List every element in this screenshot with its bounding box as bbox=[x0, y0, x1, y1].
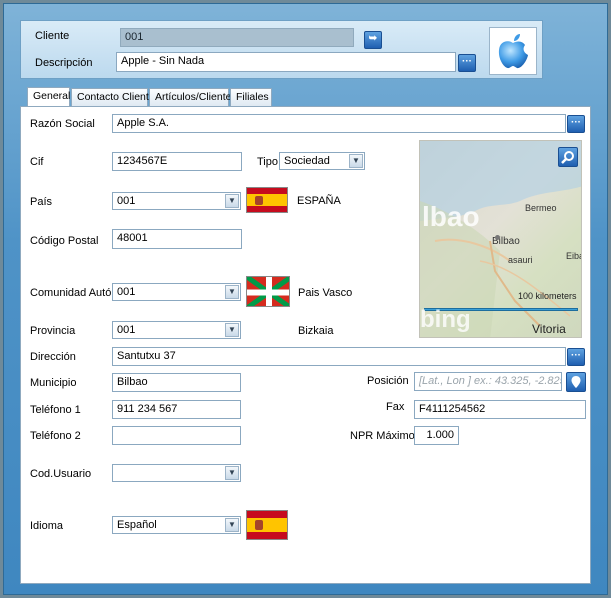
map-label-eibar: Eiba bbox=[566, 251, 581, 261]
location-button[interactable] bbox=[566, 372, 586, 392]
tab-general[interactable]: General bbox=[27, 87, 70, 106]
cod-usuario-label: Cod.Usuario bbox=[30, 468, 92, 480]
tipo-select-value: Sociedad bbox=[284, 155, 330, 167]
direccion-label: Dirección bbox=[30, 351, 76, 363]
direccion-field[interactable]: Santutxu 37 bbox=[112, 347, 566, 366]
ellipsis-icon: ··· bbox=[571, 117, 581, 128]
client-logo bbox=[489, 27, 537, 75]
tab-contacto-cliente[interactable]: Contacto Cliente bbox=[71, 88, 155, 106]
cliente-nav-button[interactable]: ➥ bbox=[364, 31, 382, 49]
comunidad-name: Pais Vasco bbox=[298, 287, 353, 299]
map-city-label-large: lbao bbox=[422, 201, 480, 232]
razon-social-field[interactable]: Apple S.A. bbox=[112, 114, 566, 133]
telefono1-field[interactable]: 911 234 567 bbox=[112, 400, 241, 419]
map-watermark: bing bbox=[420, 306, 471, 333]
telefono1-label: Teléfono 1 bbox=[30, 404, 81, 416]
pais-select-value: 001 bbox=[117, 195, 136, 207]
codigo-postal-label: Código Postal bbox=[30, 235, 99, 247]
provincia-select-value: 001 bbox=[117, 324, 136, 336]
razon-social-lookup-button[interactable]: ··· bbox=[567, 115, 585, 133]
tab-articulos-cliente[interactable]: Artículos/Cliente bbox=[149, 88, 231, 106]
cliente-label: Cliente bbox=[35, 30, 70, 42]
codigo-postal-field[interactable]: 48001 bbox=[112, 229, 242, 249]
pais-name: ESPAÑA bbox=[297, 195, 341, 207]
map-city-marker bbox=[495, 235, 500, 240]
pais-label: País bbox=[30, 196, 53, 208]
arrow-icon: ➥ bbox=[368, 33, 378, 44]
chevron-down-icon: ▼ bbox=[225, 285, 239, 299]
idioma-label: Idioma bbox=[30, 520, 64, 532]
comunidad-select[interactable]: 001 ▼ bbox=[112, 283, 241, 301]
comunidad-label: Comunidad Autó bbox=[30, 287, 112, 299]
location-pin-icon bbox=[571, 376, 581, 388]
telefono2-label: Teléfono 2 bbox=[30, 430, 81, 442]
telefono2-field[interactable] bbox=[112, 426, 241, 445]
municipio-label: Municipio bbox=[30, 377, 77, 389]
map-search-button[interactable] bbox=[558, 147, 578, 167]
chevron-down-icon: ▼ bbox=[225, 194, 239, 208]
provincia-name: Bizkaia bbox=[298, 325, 334, 337]
cif-field[interactable]: 1234567E bbox=[112, 152, 242, 171]
apple-logo bbox=[498, 34, 528, 69]
fax-label: Fax bbox=[386, 401, 405, 413]
tipo-label: Tipo bbox=[257, 156, 278, 168]
chevron-down-icon: ▼ bbox=[225, 323, 239, 337]
spain-flag-icon bbox=[246, 187, 288, 213]
cif-label: Cif bbox=[30, 156, 44, 168]
descripcion-label: Descripción bbox=[35, 57, 93, 69]
chevron-down-icon: ▼ bbox=[225, 518, 239, 532]
posicion-placeholder: [Lat., Lon ] ex.: 43.325, -2.8254 bbox=[419, 375, 562, 387]
posicion-field[interactable]: [Lat., Lon ] ex.: 43.325, -2.8254 bbox=[414, 372, 562, 391]
ikurrina-pattern bbox=[247, 277, 289, 306]
idioma-select-value: Español bbox=[117, 519, 157, 531]
razon-social-label: Razón Social bbox=[30, 118, 95, 130]
comunidad-select-value: 001 bbox=[117, 286, 136, 298]
map-label-bermeo: Bermeo bbox=[525, 203, 557, 213]
chevron-down-icon: ▼ bbox=[225, 466, 239, 480]
map-label-vitoria: Vitoria bbox=[532, 322, 566, 336]
descripcion-field[interactable]: Apple - Sin Nada bbox=[116, 52, 456, 72]
cod-usuario-select[interactable]: ▼ bbox=[112, 464, 241, 482]
cliente-field[interactable]: 001 bbox=[120, 28, 354, 47]
magnifier-icon bbox=[561, 151, 574, 164]
provincia-select[interactable]: 001 ▼ bbox=[112, 321, 241, 339]
direccion-lookup-button[interactable]: ··· bbox=[567, 348, 585, 366]
fax-field[interactable]: F4111254562 bbox=[414, 400, 586, 419]
descripcion-lookup-button[interactable]: ··· bbox=[458, 54, 476, 72]
municipio-field[interactable]: Bilbao bbox=[112, 373, 241, 392]
ellipsis-icon: ··· bbox=[462, 56, 472, 67]
posicion-label: Posición bbox=[367, 375, 409, 387]
npr-maximo-label: NPR Máximo bbox=[350, 430, 415, 442]
map-label-basauri: asauri bbox=[508, 255, 533, 265]
tab-filiales[interactable]: Filiales bbox=[230, 88, 272, 106]
location-map[interactable]: lbao Bermeo Bilbao asauri Eiba 100 kilom… bbox=[419, 140, 582, 338]
pais-select[interactable]: 001 ▼ bbox=[112, 192, 241, 210]
idioma-select[interactable]: Español ▼ bbox=[112, 516, 241, 534]
ellipsis-icon: ··· bbox=[571, 350, 581, 361]
npr-maximo-field[interactable]: 1.000 bbox=[414, 426, 459, 445]
map-scale-label: 100 kilometers bbox=[518, 291, 577, 301]
provincia-label: Provincia bbox=[30, 325, 76, 337]
chevron-down-icon: ▼ bbox=[349, 154, 363, 168]
ikurrina-flag-icon bbox=[246, 276, 290, 307]
spain-flag-icon bbox=[246, 510, 288, 540]
tipo-select[interactable]: Sociedad ▼ bbox=[279, 152, 365, 170]
